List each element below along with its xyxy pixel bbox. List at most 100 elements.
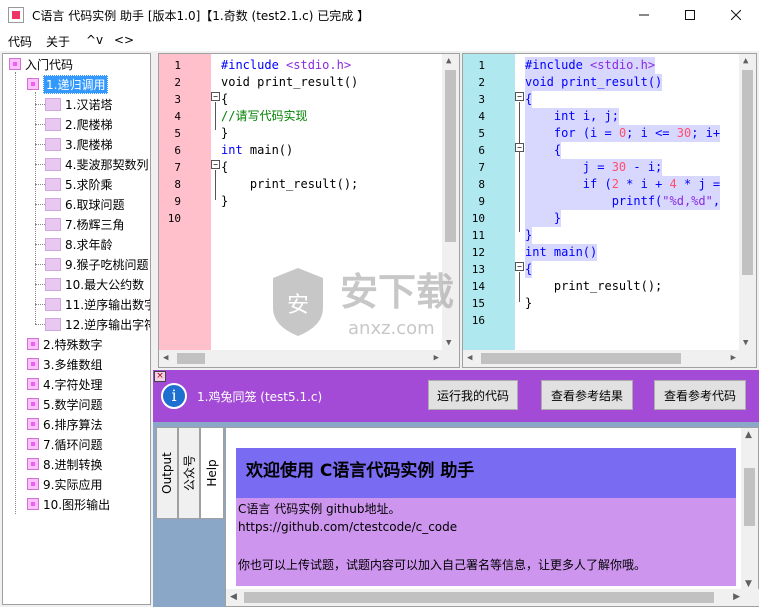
menu-about[interactable]: 关于 xyxy=(46,33,70,50)
tree-guide xyxy=(35,284,45,285)
menu-code[interactable]: 代码 xyxy=(8,33,32,50)
line-number: 5 xyxy=(174,127,181,140)
scroll-left-icon[interactable]: ◀ xyxy=(230,592,237,602)
view-reference-result-button[interactable]: 查看参考结果 xyxy=(541,380,633,410)
horizontal-scrollbar[interactable]: ◀ ▶ xyxy=(226,589,759,606)
fold-toggle-icon[interactable]: − xyxy=(211,92,220,101)
menu-toggle-horizontal[interactable]: <> xyxy=(114,33,134,47)
tree-category-label: 2.特殊数字 xyxy=(43,337,103,352)
folder-icon xyxy=(27,418,39,430)
vertical-scrollbar[interactable]: ▲ ▼ xyxy=(739,54,756,350)
code-line: printf("%d,%d", xyxy=(525,193,721,210)
line-number: 7 xyxy=(174,161,181,174)
folder-icon xyxy=(9,58,21,70)
file-icon xyxy=(45,177,61,191)
code-token: } xyxy=(221,194,229,208)
scroll-thumb[interactable] xyxy=(744,468,755,526)
view-reference-code-button[interactable]: 查看参考代码 xyxy=(654,380,746,410)
line-number: 10 xyxy=(471,212,485,225)
fold-guide xyxy=(519,102,520,232)
tree-category[interactable]: 3.多维数组 xyxy=(27,354,102,374)
tree-category-label: 3.多维数组 xyxy=(43,357,103,372)
scroll-left-icon[interactable]: ◀ xyxy=(467,353,472,363)
tree-item[interactable]: 12.逆序输出字符 xyxy=(45,314,150,334)
vertical-scrollbar[interactable]: ▲ ▼ xyxy=(741,428,758,591)
code-token: } xyxy=(525,228,533,242)
scroll-right-icon[interactable]: ▶ xyxy=(733,592,740,602)
code-line: print_result(); xyxy=(525,278,662,295)
close-button[interactable] xyxy=(713,0,759,30)
tree-item-label: 2.爬楼梯 xyxy=(65,117,113,132)
code-token: 30 xyxy=(611,160,627,174)
tree-item[interactable]: 8.求年龄 xyxy=(45,234,112,254)
help-link[interactable]: https://github.com/ctestcode/c_code xyxy=(238,520,457,534)
scroll-thumb[interactable] xyxy=(177,353,205,364)
tree-item[interactable]: 10.最大公约数 xyxy=(45,274,144,294)
fold-toggle-icon[interactable]: − xyxy=(211,160,220,169)
minimize-button[interactable] xyxy=(621,0,667,30)
close-icon[interactable]: × xyxy=(154,371,166,382)
code-token: { xyxy=(525,92,533,106)
tree-category[interactable]: 6.排序算法 xyxy=(27,414,102,434)
tree-root[interactable]: 入门代码 xyxy=(9,54,73,74)
fold-toggle-icon[interactable]: − xyxy=(515,92,524,101)
tree-item[interactable]: 3.爬楼梯 xyxy=(45,134,112,154)
scroll-thumb[interactable] xyxy=(445,70,456,242)
maximize-button[interactable] xyxy=(667,0,713,30)
tree-category[interactable]: 8.进制转换 xyxy=(27,454,102,474)
scroll-thumb[interactable] xyxy=(742,70,753,275)
code-line: if (2 * i + 4 * j = xyxy=(525,176,721,193)
scroll-down-icon[interactable]: ▼ xyxy=(743,338,748,348)
folder-icon xyxy=(27,498,39,510)
tree-item[interactable]: 6.取球问题 xyxy=(45,194,124,214)
tree-category[interactable]: 7.循环问题 xyxy=(27,434,102,454)
tree-item[interactable]: 5.求阶乘 xyxy=(45,174,112,194)
tab-wechat[interactable]: 公众号 xyxy=(178,427,200,519)
tree-item[interactable]: 7.杨辉三角 xyxy=(45,214,124,234)
file-icon xyxy=(45,217,61,231)
code-token: } xyxy=(221,126,229,140)
tree-item[interactable]: 9.猴子吃桃问题 xyxy=(45,254,148,274)
reference-code-editor[interactable]: 1 #include <stdio.h> 2 void print_result() 3… xyxy=(462,53,757,368)
code-token: { xyxy=(221,92,229,106)
run-my-code-button[interactable]: 运行我的代码 xyxy=(428,380,518,410)
menu-toggle-vertical[interactable]: ^v xyxy=(86,33,103,47)
scroll-up-icon[interactable]: ▲ xyxy=(446,56,451,66)
code-token: 4 xyxy=(669,177,677,191)
tree-item[interactable]: 4.斐波那契数列 xyxy=(45,154,148,174)
fold-toggle-icon[interactable]: − xyxy=(515,262,524,271)
tree-category[interactable]: 4.字符处理 xyxy=(27,374,102,394)
scroll-thumb[interactable] xyxy=(244,592,714,603)
horizontal-scrollbar[interactable]: ◀ ▶ xyxy=(463,350,756,367)
fold-toggle-icon[interactable]: − xyxy=(515,143,524,152)
scroll-up-icon[interactable]: ▲ xyxy=(743,56,748,66)
tree-category[interactable]: 5.数学问题 xyxy=(27,394,102,414)
tree-guide xyxy=(35,324,45,325)
scroll-right-icon[interactable]: ▶ xyxy=(731,353,736,363)
tree-category[interactable]: 2.特殊数字 xyxy=(27,334,102,354)
scroll-right-icon[interactable]: ▶ xyxy=(434,353,439,363)
code-token: } xyxy=(525,211,562,225)
code-tree[interactable]: 入门代码 1.递归调用 1.汉诺塔 2.爬楼梯 3.爬楼梯 4.斐波那契数列 5.求阶乘… xyxy=(2,53,151,605)
tree-item[interactable]: 2.爬楼梯 xyxy=(45,114,112,134)
tab-help[interactable]: Help xyxy=(200,427,224,519)
code-line: { xyxy=(221,91,228,108)
scroll-left-icon[interactable]: ◀ xyxy=(163,353,168,363)
tab-output[interactable]: Output xyxy=(156,427,178,519)
tree-item-selected[interactable]: 1.递归调用 xyxy=(27,74,109,94)
horizontal-scrollbar[interactable]: ◀ ▶ xyxy=(159,350,459,367)
tree-item[interactable]: 11.逆序输出数字 xyxy=(45,294,150,314)
tree-category[interactable]: 10.图形输出 xyxy=(27,494,110,514)
code-line: int i, j; xyxy=(525,108,619,125)
tree-item[interactable]: 1.汉诺塔 xyxy=(45,94,112,114)
line-number: 6 xyxy=(478,144,485,157)
scroll-thumb[interactable] xyxy=(481,353,681,364)
tree-guide xyxy=(35,224,45,225)
code-token: ; i <= xyxy=(626,126,677,140)
scroll-down-icon[interactable]: ▼ xyxy=(745,579,752,589)
scroll-up-icon[interactable]: ▲ xyxy=(745,430,752,440)
folder-icon xyxy=(27,358,39,370)
tree-guide xyxy=(35,92,36,324)
tree-category[interactable]: 9.实际应用 xyxy=(27,474,102,494)
code-line: } xyxy=(525,295,532,312)
